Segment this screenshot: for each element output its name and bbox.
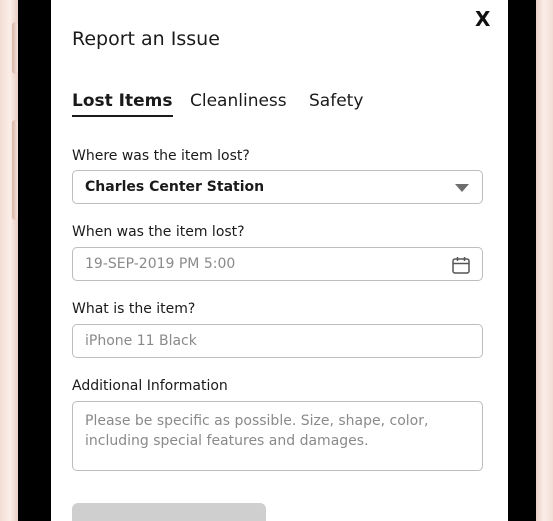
- phone-bezel-right: [509, 0, 536, 521]
- item-input[interactable]: iPhone 11 Black: [72, 324, 483, 358]
- chevron-down-icon: [455, 184, 469, 192]
- location-select[interactable]: Charles Center Station: [72, 170, 483, 204]
- phone-bezel-left: [18, 0, 49, 521]
- location-label: Where was the item lost?: [72, 148, 250, 164]
- datetime-placeholder: 19-SEP-2019 PM 5:00: [85, 256, 236, 272]
- datetime-label: When was the item lost?: [72, 224, 245, 240]
- phone-frame-left: [0, 0, 18, 521]
- item-placeholder: iPhone 11 Black: [85, 333, 197, 349]
- item-label: What is the item?: [72, 301, 196, 317]
- page-title: Report an Issue: [72, 28, 220, 50]
- additional-info-label: Additional Information: [72, 378, 228, 394]
- additional-info-placeholder: Please be specific as possible. Size, sh…: [85, 413, 429, 449]
- submit-button[interactable]: [72, 503, 266, 521]
- tab-lost-items[interactable]: Lost Items: [72, 91, 173, 117]
- calendar-icon[interactable]: [451, 255, 471, 275]
- tab-cleanliness[interactable]: Cleanliness: [190, 91, 287, 115]
- tab-safety[interactable]: Safety: [309, 91, 363, 115]
- additional-info-textarea[interactable]: Please be specific as possible. Size, sh…: [72, 401, 483, 471]
- phone-frame-right: [536, 0, 553, 521]
- datetime-field[interactable]: 19-SEP-2019 PM 5:00: [72, 247, 483, 281]
- location-selected-value: Charles Center Station: [85, 179, 265, 195]
- close-icon[interactable]: X: [475, 6, 490, 32]
- report-issue-modal: X Report an Issue Lost Items Cleanliness…: [51, 0, 508, 521]
